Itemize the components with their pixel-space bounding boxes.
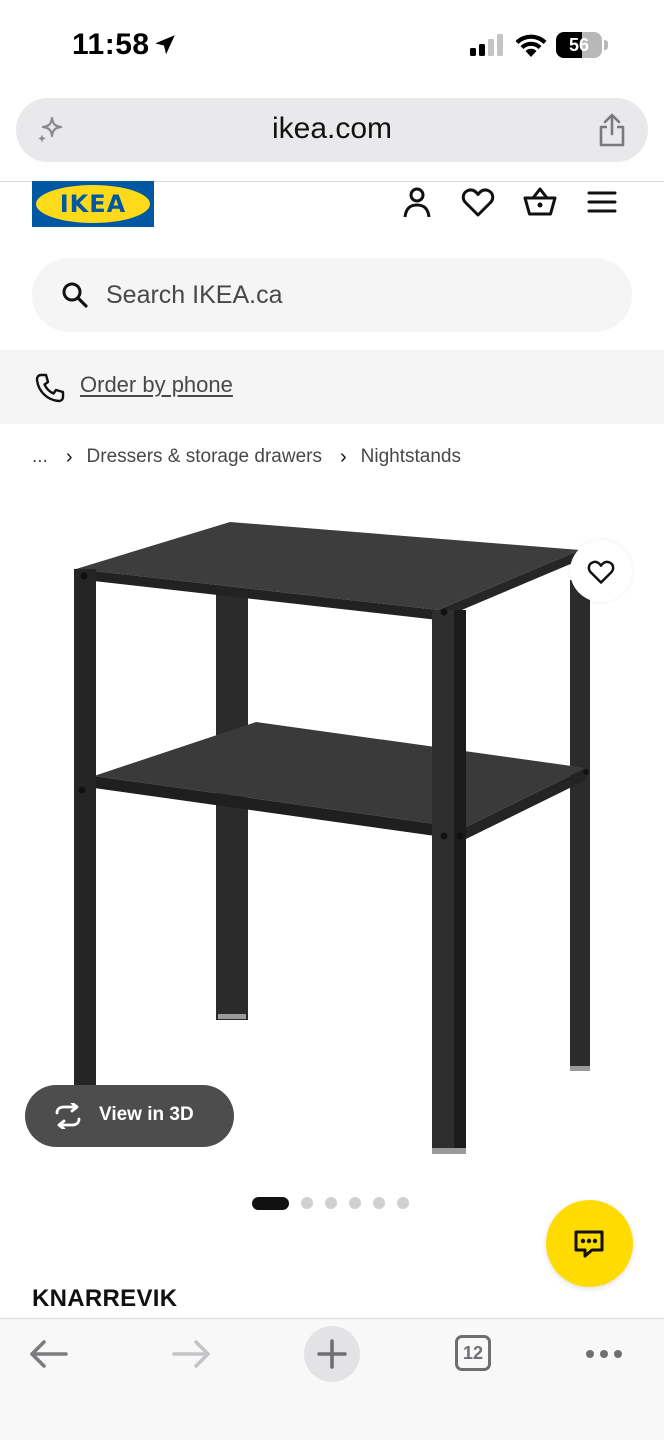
view-in-3d-button[interactable]: View in 3D (25, 1085, 234, 1147)
order-by-phone-banner: Order by phone (0, 350, 664, 424)
phone-icon (35, 373, 65, 403)
carousel-dot[interactable] (397, 1197, 409, 1209)
carousel-dot-active[interactable] (252, 1196, 289, 1210)
chat-button[interactable] (546, 1200, 633, 1287)
search-icon (62, 282, 88, 308)
url-text[interactable]: ikea.com (16, 112, 648, 146)
menu-icon[interactable] (584, 184, 620, 220)
breadcrumb: ... › Dressers & storage drawers › Night… (32, 444, 461, 470)
more-options-icon[interactable] (576, 1333, 632, 1389)
status-bar: 11:58 56 (0, 0, 664, 92)
chat-icon (574, 1230, 604, 1258)
battery-indicator: 56 (556, 32, 608, 58)
cart-icon[interactable] (522, 184, 558, 220)
status-time: 11:58 (72, 28, 150, 61)
carousel-dot[interactable] (325, 1197, 337, 1209)
carousel-dot[interactable] (349, 1197, 361, 1209)
forward-icon[interactable] (162, 1333, 218, 1389)
location-arrow-icon (155, 35, 175, 55)
view-in-3d-label: View in 3D (99, 1104, 194, 1125)
battery-level: 56 (568, 35, 590, 55)
back-icon[interactable] (22, 1333, 78, 1389)
tab-switcher-button[interactable]: 12 (455, 1335, 491, 1371)
order-by-phone-link[interactable]: Order by phone (80, 372, 233, 398)
breadcrumb-item-dressers[interactable]: Dressers & storage drawers (87, 446, 322, 468)
heart-icon[interactable] (460, 184, 496, 220)
favorite-button[interactable] (570, 540, 632, 602)
wifi-icon (515, 34, 547, 57)
new-tab-button[interactable] (304, 1326, 360, 1382)
rotate-3d-icon (55, 1103, 81, 1129)
search-input[interactable] (106, 258, 586, 332)
carousel-dot[interactable] (301, 1197, 313, 1209)
heart-icon (587, 560, 615, 584)
share-icon[interactable] (596, 112, 628, 148)
breadcrumb-ellipsis[interactable]: ... (32, 446, 48, 468)
product-image[interactable] (40, 510, 620, 1170)
breadcrumb-item-nightstands[interactable]: Nightstands (361, 446, 461, 468)
carousel-indicator[interactable] (252, 1196, 409, 1210)
chevron-right-icon: › (339, 445, 347, 468)
ikea-logo[interactable]: IKEA (32, 181, 154, 227)
search-box[interactable] (32, 258, 632, 332)
cellular-signal-icon (470, 34, 503, 56)
ikea-logo-text: IKEA (59, 190, 127, 218)
chevron-right-icon: › (65, 445, 73, 468)
carousel-dot[interactable] (373, 1197, 385, 1209)
browser-toolbar: 12 (0, 1318, 664, 1440)
plus-icon (317, 1339, 347, 1369)
product-name: KNARREVIK (32, 1285, 178, 1312)
url-bar[interactable]: ikea.com (16, 98, 648, 162)
user-icon[interactable] (399, 184, 435, 220)
